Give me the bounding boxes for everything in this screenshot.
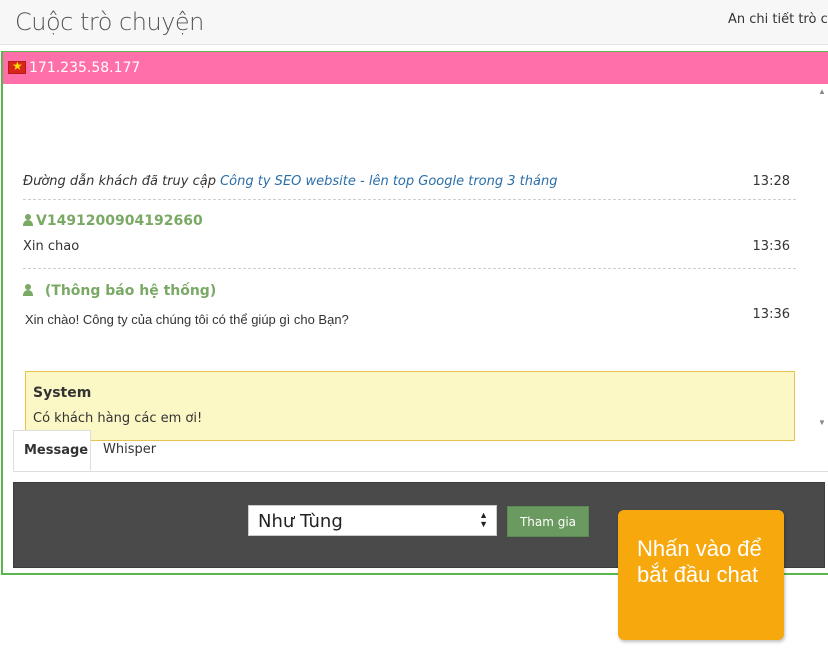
visitor-ip: 171.235.58.177: [29, 60, 141, 76]
message-time: 13:36: [752, 239, 790, 254]
message-list[interactable]: Đường dẫn khách đã truy cập Công ty SEO …: [3, 85, 828, 441]
tooltip-callout: Nhấn vào để bắt đầu chat: [618, 510, 784, 640]
join-button[interactable]: Tham gia: [507, 506, 589, 537]
message-time: 13:36: [752, 307, 790, 322]
system-text: Có khách hàng các em ơi!: [33, 411, 203, 426]
header: Cuộc trò chuyện Ẩn chi tiết trò chuyện: [0, 0, 828, 45]
user-icon: [23, 284, 33, 296]
chat-panel: ★ 171.235.58.177 Đường dẫn khách đã truy…: [1, 51, 828, 575]
sender-name: (Thông báo hệ thống): [44, 283, 217, 299]
agent-select-value: Như Tùng: [258, 511, 343, 532]
user-icon: [23, 214, 33, 226]
vietnam-flag-icon: ★: [8, 59, 26, 74]
select-arrows-icon: ▲ ▼: [479, 510, 488, 529]
message-time: 13:28: [752, 174, 790, 189]
callout-text: Nhấn vào để bắt đầu chat: [637, 536, 762, 587]
page-title: Cuộc trò chuyện: [15, 8, 204, 36]
visited-path: Đường dẫn khách đã truy cập Công ty SEO …: [23, 174, 557, 189]
scroll-up-icon[interactable]: ▲: [818, 87, 826, 96]
visited-page-link[interactable]: Công ty SEO website - lên top Google tro…: [220, 174, 557, 189]
divider: [23, 268, 796, 269]
visitor-bar: ★ 171.235.58.177: [3, 52, 828, 84]
message-sender: V1491200904192660: [23, 213, 203, 229]
hide-details-link[interactable]: Ẩn chi tiết trò chuyện: [728, 12, 828, 27]
scrollbar[interactable]: ▲ ▼: [816, 85, 828, 429]
visited-path-label: Đường dẫn khách đã truy cập: [23, 174, 216, 189]
divider: [23, 199, 796, 200]
tab-message[interactable]: Message: [13, 430, 91, 471]
system-title: System: [33, 385, 92, 401]
agent-select[interactable]: Như Tùng ▲ ▼: [248, 505, 497, 536]
message-tabs: Message Whisper: [13, 430, 828, 472]
message-sender: (Thông báo hệ thống): [23, 283, 216, 299]
sender-name: V1491200904192660: [36, 213, 203, 229]
message-text: Xin chao: [23, 239, 80, 254]
scroll-down-icon[interactable]: ▼: [818, 418, 826, 427]
tab-whisper[interactable]: Whisper: [93, 430, 166, 470]
message-text: Xin chào! Công ty của chúng tôi có thể g…: [25, 312, 349, 327]
